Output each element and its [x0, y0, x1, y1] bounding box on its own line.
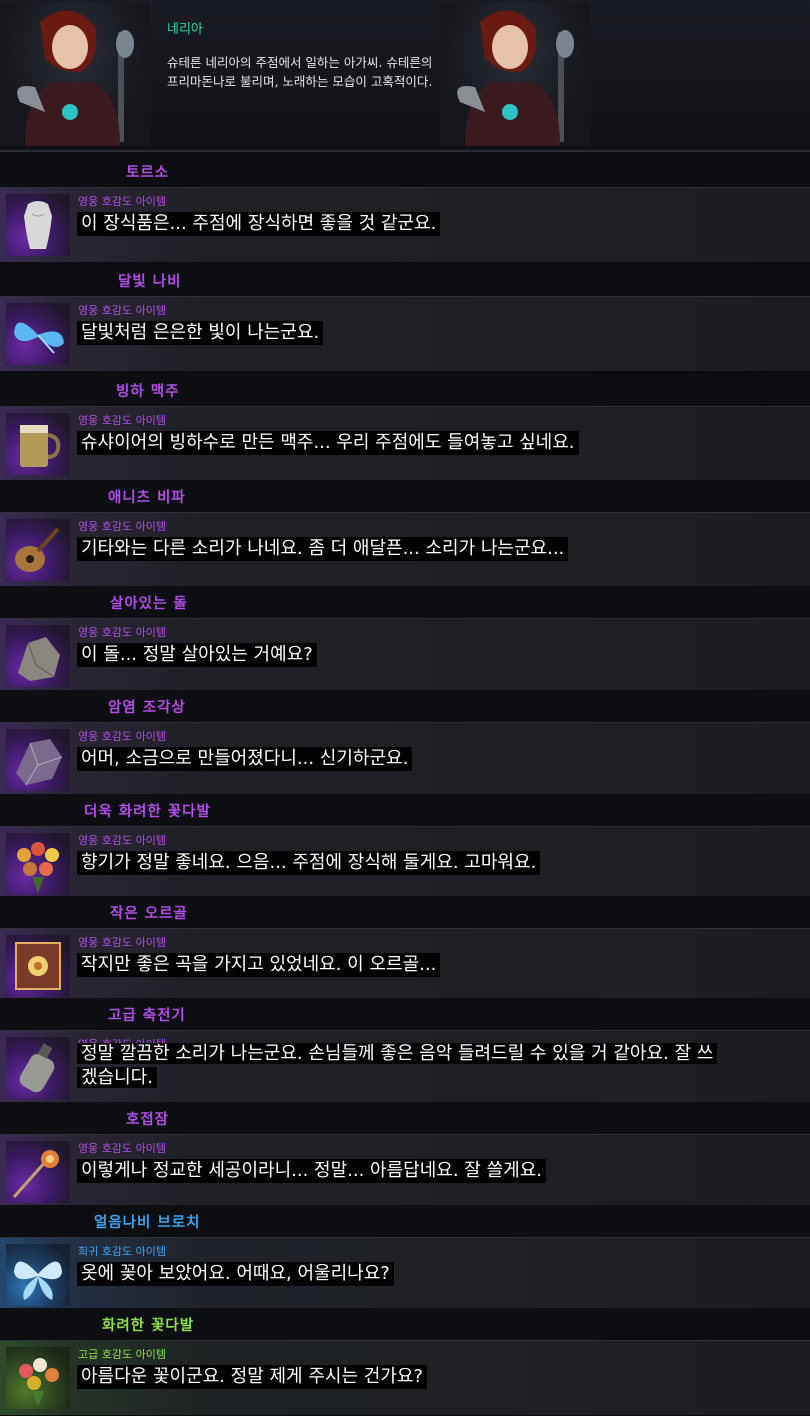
rock-salt-statue-icon: [6, 729, 70, 791]
item-dialog: 작지만 좋은 곡을 가지고 있었네요. 이 오르골...: [77, 953, 441, 977]
living-stone-icon: [6, 625, 70, 687]
item-grade: 희귀 호감도 아이템: [78, 1245, 166, 1258]
item-dialog: 향기가 정말 좋네요. 으음... 주점에 장식해 둘게요. 고마워요.: [77, 851, 541, 875]
npc-portrait-secondary: [440, 2, 590, 146]
npc-portrait: [0, 2, 150, 146]
item-name: 호접잠: [126, 1112, 170, 1128]
item-name: 고급 축전기: [108, 1008, 186, 1024]
item-dialog: 이 돌... 정말 살아있는 거예요?: [77, 643, 317, 667]
item-grade: 영웅 호감도 아이템: [78, 834, 166, 847]
item-grade: 영웅 호감도 아이템: [78, 936, 166, 949]
flower-bouquet-icon: [6, 1347, 70, 1409]
item-name: 화려한 꽃다발: [102, 1318, 195, 1334]
item-name: 살아있는 돌: [110, 596, 188, 612]
item-dialog: 이 장식품은... 주점에 장식하면 좋을 것 같군요.: [77, 212, 441, 236]
item-grade: 영웅 호감도 아이템: [78, 520, 166, 533]
item-dialog-line: 정말 깔끔한 소리가 나는군요. 손님들께 좋은 음악 들려드릴 수 있을 거 …: [77, 1043, 718, 1064]
item-dialog: 어머, 소금으로 만들어졌다니... 신기하군요.: [77, 747, 413, 771]
item-dialog-line: 겠습니다.: [77, 1067, 157, 1088]
item-dialog: 이렇게나 정교한 세공이라니... 정말... 아름답네요. 잘 쓸게요.: [77, 1159, 546, 1183]
bouquet-icon: [6, 833, 70, 895]
item-dialog: 슈샤이어의 빙하수로 만든 맥주... 우리 주점에도 들여놓고 싶네요.: [77, 431, 579, 455]
item-grade: 영웅 호감도 아이템: [78, 304, 166, 317]
item-dialog: 아름다운 꽃이군요. 정말 제게 주시는 건가요?: [77, 1365, 427, 1389]
item-dialog: 정말 깔끔한 소리가 나는군요. 손님들께 좋은 음악 들려드릴 수 있을 거 …: [77, 1042, 807, 1090]
item-dialog: 옷에 꽂아 보았어요. 어때요, 어울리나요?: [77, 1262, 394, 1286]
npc-header: 네리아 슈테른 네리아의 주점에서 일하는 아가씨. 슈테른의 프리마돈나로 불…: [0, 0, 810, 152]
item-name: 작은 오르골: [110, 906, 188, 922]
item-grade: 고급 호감도 아이템: [78, 1348, 166, 1361]
item-grade: 영웅 호감도 아이템: [78, 626, 166, 639]
butterfly-hairpin-icon: [6, 1141, 70, 1203]
npc-name: 네리아: [167, 22, 203, 37]
item-name: 애니츠 비파: [108, 490, 186, 506]
beer-mug-icon: [6, 413, 70, 475]
item-grade: 영웅 호감도 아이템: [78, 414, 166, 427]
item-name: 토르소: [126, 165, 170, 181]
torso-icon: [6, 194, 70, 256]
item-grade: 영웅 호감도 아이템: [78, 1142, 166, 1155]
item-name: 얼음나비 브로치: [94, 1215, 201, 1231]
lute-icon: [6, 519, 70, 581]
item-dialog: 달빛처럼 은은한 빛이 나는군요.: [77, 321, 324, 345]
item-name: 달빛 나비: [118, 274, 182, 290]
item-name: 더욱 화려한 꽃다발: [84, 804, 211, 820]
item-name: 암염 조각상: [108, 700, 186, 716]
capacitor-icon: [6, 1037, 70, 1099]
item-grade: 영웅 호감도 아이템: [78, 195, 166, 208]
item-name: 빙하 맥주: [116, 384, 180, 400]
moonlight-butterfly-icon: [6, 303, 70, 365]
npc-description: 슈테른 네리아의 주점에서 일하는 아가씨. 슈테른의 프리마돈나로 불리며, …: [167, 55, 433, 89]
item-dialog: 기타와는 다른 소리가 나네요. 좀 더 애달픈... 소리가 나는군요...: [77, 537, 569, 561]
music-box-icon: [6, 935, 70, 997]
ice-butterfly-brooch-icon: [6, 1244, 70, 1306]
item-grade: 영웅 호감도 아이템: [78, 730, 166, 743]
